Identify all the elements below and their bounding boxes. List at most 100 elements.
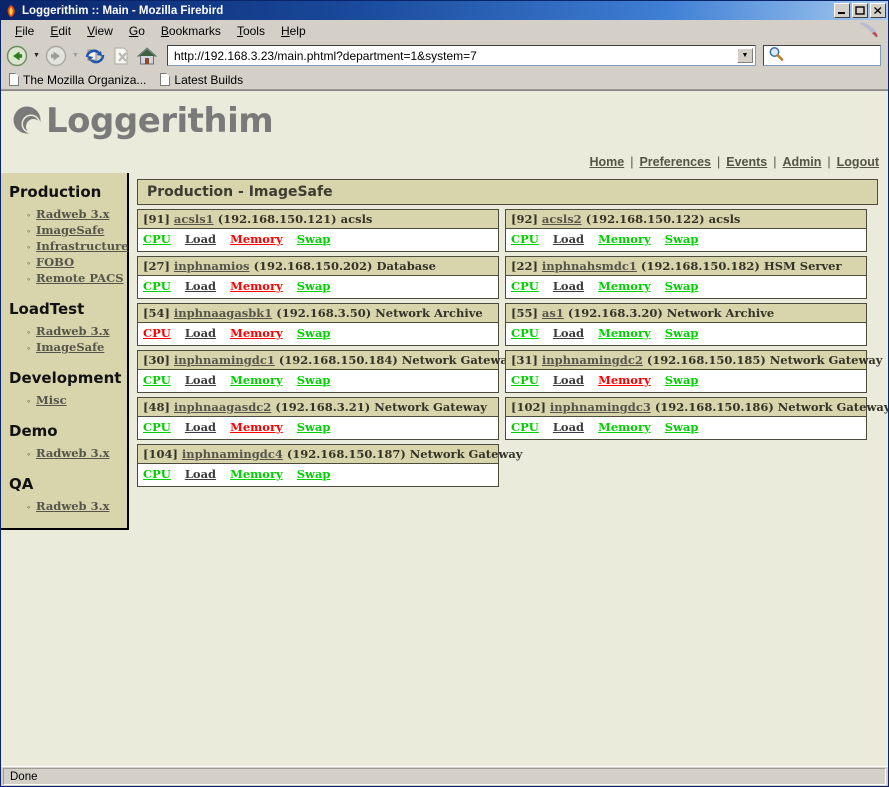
metric-link-swap[interactable]: Swap — [665, 373, 699, 387]
server-hostname-link[interactable]: inphnamingdc2 — [542, 353, 643, 367]
metric-link-cpu[interactable]: CPU — [143, 279, 171, 293]
metric-link-load[interactable]: Load — [553, 326, 584, 340]
metric-link-swap[interactable]: Swap — [297, 420, 331, 434]
metric-link-load[interactable]: Load — [185, 467, 216, 481]
minimize-button[interactable] — [834, 3, 850, 18]
sidebar-item-label[interactable]: ImageSafe — [36, 340, 104, 354]
sidebar-item-radweb-3-x[interactable]: ◦ Radweb 3.x — [27, 324, 127, 339]
metric-link-memory[interactable]: Memory — [598, 420, 651, 434]
sidebar-item-remote-pacs[interactable]: ◦ Remote PACS — [27, 271, 127, 286]
nav-link-admin[interactable]: Admin — [782, 155, 823, 169]
sidebar-item-radweb-3-x[interactable]: ◦ Radweb 3.x — [27, 446, 127, 461]
nav-link-events[interactable]: Events — [725, 155, 768, 169]
sidebar-item-label[interactable]: Misc — [36, 393, 67, 407]
metric-link-swap[interactable]: Swap — [665, 420, 699, 434]
metric-link-swap[interactable]: Swap — [297, 467, 331, 481]
server-hostname-link[interactable]: inphnahsmdc1 — [542, 259, 637, 273]
maximize-button[interactable] — [852, 3, 868, 18]
metric-link-load[interactable]: Load — [553, 420, 584, 434]
sidebar-item-label[interactable]: ImageSafe — [36, 223, 104, 237]
forward-button[interactable] — [44, 44, 68, 68]
server-hostname-link[interactable]: inphnamingdc3 — [550, 400, 651, 414]
reload-button[interactable] — [83, 44, 107, 68]
bookmark-item[interactable]: Latest Builds — [160, 73, 243, 87]
metric-link-swap[interactable]: Swap — [665, 279, 699, 293]
server-hostname-link[interactable]: inphnamingdc1 — [174, 353, 275, 367]
metric-link-swap[interactable]: Swap — [297, 373, 331, 387]
back-history-dropdown[interactable]: ▼ — [31, 44, 42, 68]
sidebar-item-fobo[interactable]: ◦ FOBO — [27, 255, 127, 270]
sidebar-item-imagesafe[interactable]: ◦ ImageSafe — [27, 223, 127, 238]
metric-link-cpu[interactable]: CPU — [511, 373, 539, 387]
metric-link-cpu[interactable]: CPU — [511, 232, 539, 246]
menu-file[interactable]: File — [7, 22, 42, 40]
menu-help[interactable]: Help — [273, 22, 314, 40]
sidebar-item-label[interactable]: Radweb 3.x — [36, 446, 109, 460]
metric-link-load[interactable]: Load — [185, 373, 216, 387]
metric-link-load[interactable]: Load — [185, 420, 216, 434]
menu-go[interactable]: Go — [121, 22, 153, 40]
metric-link-load[interactable]: Load — [553, 373, 584, 387]
sidebar-item-label[interactable]: FOBO — [36, 255, 74, 269]
server-hostname-link[interactable]: inphnamingdc4 — [182, 447, 283, 461]
close-button[interactable] — [870, 3, 886, 18]
metric-link-cpu[interactable]: CPU — [511, 279, 539, 293]
metric-link-memory[interactable]: Memory — [598, 232, 651, 246]
metric-link-memory[interactable]: Memory — [598, 326, 651, 340]
metric-link-swap[interactable]: Swap — [297, 279, 331, 293]
metric-link-cpu[interactable]: CPU — [511, 420, 539, 434]
search-bar[interactable] — [763, 45, 881, 66]
metric-link-load[interactable]: Load — [185, 279, 216, 293]
sidebar-item-radweb-3-x[interactable]: ◦ Radweb 3.x — [27, 207, 127, 222]
forward-history-dropdown[interactable]: ▼ — [70, 44, 81, 68]
metric-link-load[interactable]: Load — [185, 326, 216, 340]
server-hostname-link[interactable]: inphnaagasbk1 — [174, 306, 272, 320]
metric-link-memory[interactable]: Memory — [598, 373, 651, 387]
metric-link-memory[interactable]: Memory — [230, 420, 283, 434]
server-hostname-link[interactable]: inphnaagasdc2 — [174, 400, 271, 414]
metric-link-swap[interactable]: Swap — [297, 326, 331, 340]
metric-link-cpu[interactable]: CPU — [511, 326, 539, 340]
metric-link-memory[interactable]: Memory — [230, 373, 283, 387]
sidebar-item-radweb-3-x[interactable]: ◦ Radweb 3.x — [27, 499, 127, 514]
nav-link-home[interactable]: Home — [588, 155, 625, 169]
metric-link-memory[interactable]: Memory — [598, 279, 651, 293]
metric-link-memory[interactable]: Memory — [230, 467, 283, 481]
metric-link-swap[interactable]: Swap — [297, 232, 331, 246]
sidebar-item-label[interactable]: Radweb 3.x — [36, 324, 109, 338]
metric-link-cpu[interactable]: CPU — [143, 326, 171, 340]
sidebar-item-label[interactable]: Radweb 3.x — [36, 499, 109, 513]
sidebar-item-label[interactable]: Radweb 3.x — [36, 207, 109, 221]
server-hostname-link[interactable]: inphnamios — [174, 259, 250, 273]
nav-link-logout[interactable]: Logout — [836, 155, 880, 169]
sidebar-item-imagesafe[interactable]: ◦ ImageSafe — [27, 340, 127, 355]
menu-view[interactable]: View — [79, 22, 121, 40]
metric-link-cpu[interactable]: CPU — [143, 420, 171, 434]
metric-link-cpu[interactable]: CPU — [143, 467, 171, 481]
metric-link-memory[interactable]: Memory — [230, 279, 283, 293]
sidebar-item-label[interactable]: Infrastructure — [36, 239, 128, 253]
server-hostname-link[interactable]: acsls1 — [174, 212, 214, 226]
address-bar-dropdown-button[interactable]: ▼ — [737, 48, 753, 63]
menu-tools[interactable]: Tools — [229, 22, 273, 40]
sidebar-item-label[interactable]: Remote PACS — [36, 271, 124, 285]
bookmark-item[interactable]: The Mozilla Organiza... — [9, 73, 146, 87]
metric-link-swap[interactable]: Swap — [665, 326, 699, 340]
menu-bookmarks[interactable]: Bookmarks — [153, 22, 229, 40]
metric-link-load[interactable]: Load — [185, 232, 216, 246]
home-button[interactable] — [135, 44, 159, 68]
back-button[interactable] — [5, 44, 29, 68]
sidebar-item-infrastructure[interactable]: ◦ Infrastructure — [27, 239, 128, 254]
metric-link-swap[interactable]: Swap — [665, 232, 699, 246]
metric-link-cpu[interactable]: CPU — [143, 373, 171, 387]
menu-edit[interactable]: Edit — [42, 22, 79, 40]
metric-link-load[interactable]: Load — [553, 232, 584, 246]
server-hostname-link[interactable]: acsls2 — [542, 212, 582, 226]
sidebar-item-misc[interactable]: ◦ Misc — [27, 393, 127, 408]
metric-link-memory[interactable]: Memory — [230, 326, 283, 340]
address-bar[interactable]: http://192.168.3.23/main.phtml?departmen… — [167, 45, 756, 66]
metric-link-cpu[interactable]: CPU — [143, 232, 171, 246]
metric-link-load[interactable]: Load — [553, 279, 584, 293]
nav-link-preferences[interactable]: Preferences — [638, 155, 712, 169]
server-hostname-link[interactable]: as1 — [542, 306, 564, 320]
